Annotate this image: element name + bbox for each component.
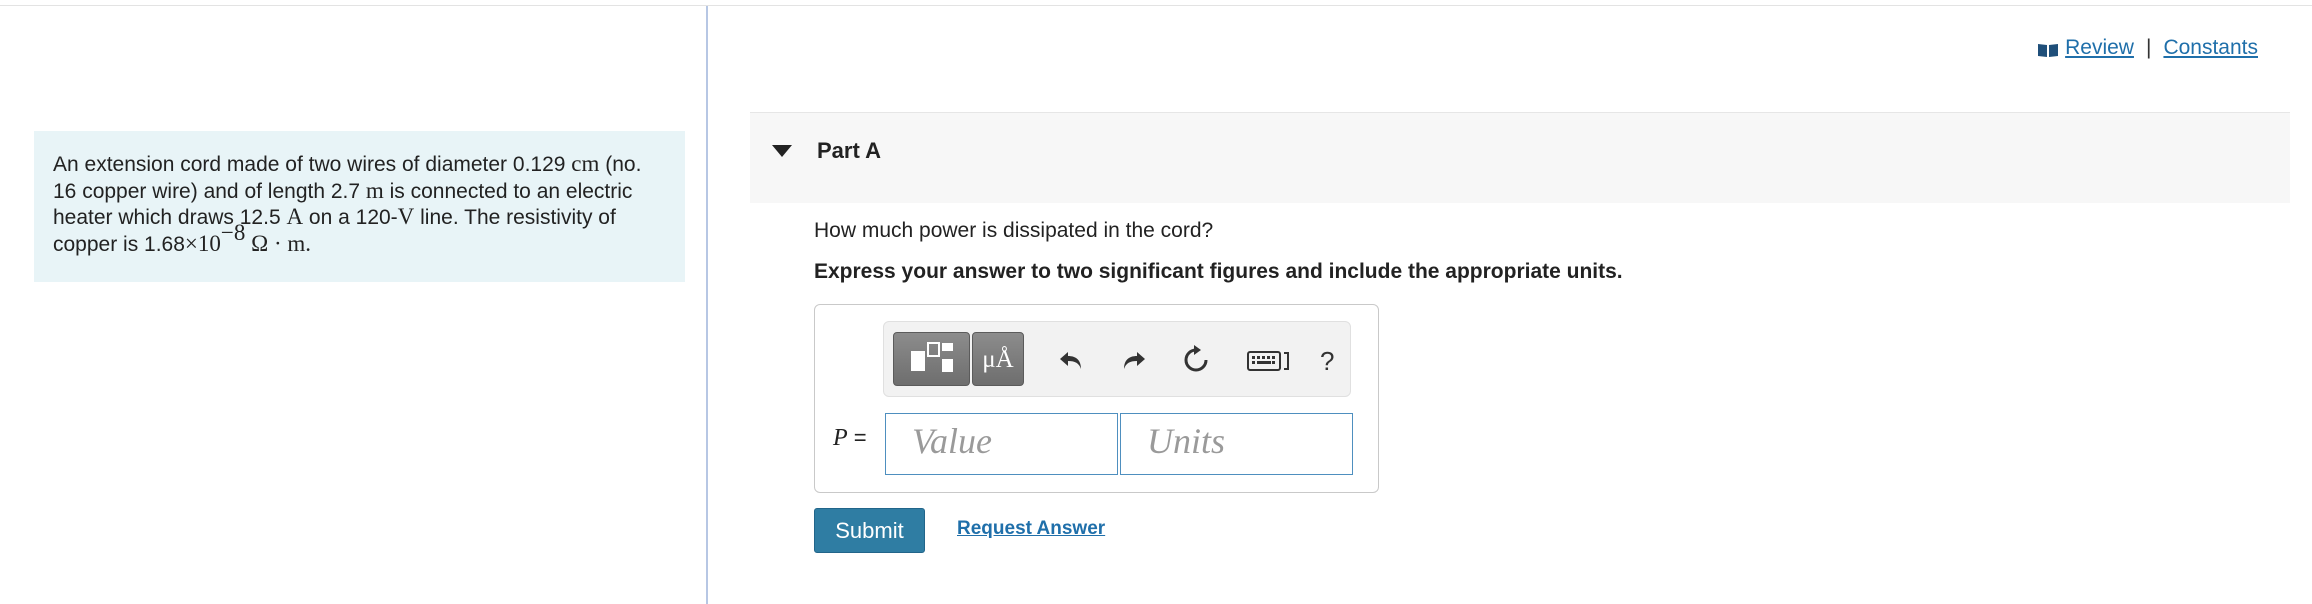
templates-button[interactable] (893, 332, 970, 386)
request-answer-link[interactable]: Request Answer (957, 518, 1105, 540)
keyboard-icon[interactable] (1247, 348, 1291, 374)
math-toolbar: μÅ ? (883, 321, 1351, 397)
question-text: How much power is dissipated in the cord… (814, 219, 1214, 242)
panel-divider (706, 6, 708, 604)
review-link[interactable]: Review (2065, 36, 2134, 60)
top-rule (0, 0, 2312, 6)
templates-icon (911, 342, 953, 372)
part-title: Part A (817, 138, 881, 163)
answer-variable-label: P = (833, 425, 867, 451)
reset-icon[interactable] (1180, 344, 1212, 376)
top-links: Review | Constants (2037, 36, 2258, 60)
book-icon (2038, 44, 2059, 57)
instruction-text: Express your answer to two significant f… (814, 260, 1623, 283)
units-input[interactable]: Units (1120, 413, 1353, 475)
help-button[interactable]: ? (1320, 346, 1334, 377)
link-separator: | (2145, 36, 2152, 59)
submit-button[interactable]: Submit (814, 508, 925, 553)
part-a-header[interactable]: Part A (750, 112, 2290, 203)
constants-link[interactable]: Constants (2163, 36, 2258, 60)
undo-icon[interactable] (1056, 344, 1088, 376)
problem-statement: An extension cord made of two wires of d… (34, 131, 685, 282)
value-input[interactable]: Value (885, 413, 1118, 475)
answer-box: μÅ ? P = Value Units (814, 304, 1379, 493)
units-button[interactable]: μÅ (972, 332, 1024, 386)
collapse-triangle-icon[interactable] (772, 145, 792, 157)
redo-icon[interactable] (1117, 344, 1149, 376)
